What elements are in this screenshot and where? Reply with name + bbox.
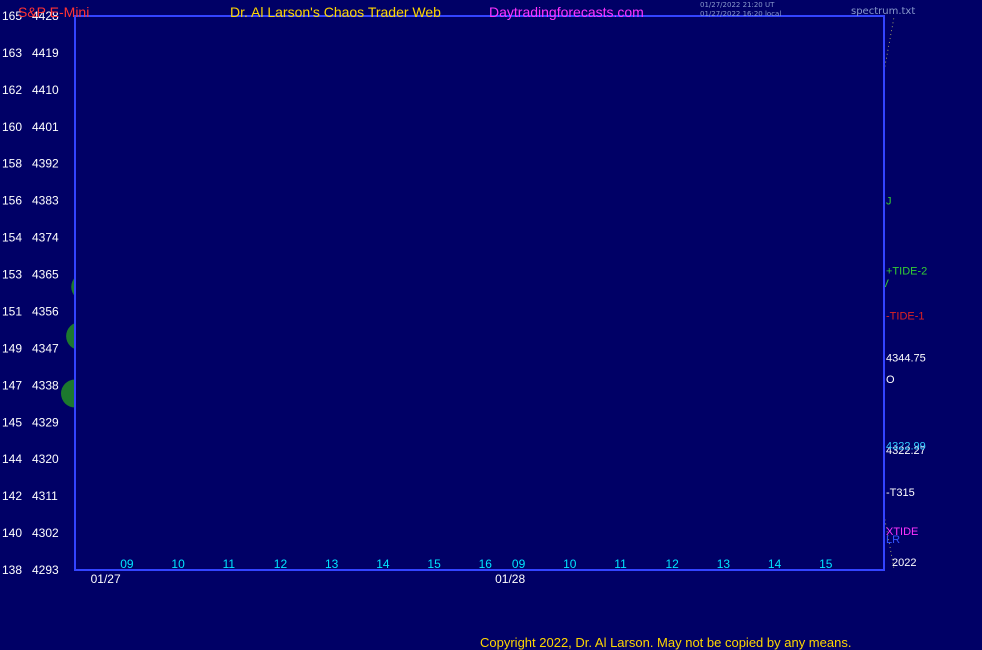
y-tick-label: 4356 xyxy=(32,304,59,318)
y-tick-label: 4401 xyxy=(32,120,59,134)
y-tick-label: 4410 xyxy=(32,83,59,97)
y-tick-label: 4347 xyxy=(32,341,59,355)
x-tick-label: 10 xyxy=(563,557,577,571)
y-tick-label: 4419 xyxy=(32,46,59,60)
y-tick-label: 163 xyxy=(2,46,22,60)
timestamp-local: 01/27/2022 16:20 local xyxy=(700,10,782,18)
x-tick-label: 16 xyxy=(479,557,493,571)
site-link[interactable]: Daytradingforecasts.com xyxy=(489,4,644,20)
right-axis-label: J xyxy=(886,196,892,208)
x-tick-label: 09 xyxy=(512,557,526,571)
x-tick-label: 14 xyxy=(768,557,782,571)
x-tick-label: 15 xyxy=(819,557,833,571)
chart-window: T090T000T090OOPPNNNSJHHMMRRRCVVtttJ+TIDE… xyxy=(0,0,982,650)
x-tick-label: 10 xyxy=(171,557,185,571)
data-filename: spectrum.txt xyxy=(851,6,916,17)
right-axis-label: 4322.99 xyxy=(886,441,926,453)
y-tick-label: 153 xyxy=(2,268,22,282)
plot-frame xyxy=(74,15,885,571)
y-tick-label: 4311 xyxy=(32,489,58,503)
y-tick-label: 4392 xyxy=(32,157,59,171)
x-tick-label: 12 xyxy=(666,557,680,571)
y-tick-label: 145 xyxy=(2,415,22,429)
x-tick-label: 09 xyxy=(120,557,134,571)
timestamp-utc: 01/27/2022 21:20 UT xyxy=(700,1,775,9)
copyright-notice: Copyright 2022, Dr. Al Larson. May not b… xyxy=(480,635,852,650)
y-tick-label: 4338 xyxy=(32,378,59,392)
y-tick-label: 4293 xyxy=(32,563,59,577)
y-tick-label: 4329 xyxy=(32,415,59,429)
chart-title: Dr. Al Larson's Chaos Trader Web xyxy=(230,4,441,20)
right-axis-label: O xyxy=(886,374,895,386)
x-tick-label: 12 xyxy=(274,557,288,571)
y-tick-label: 140 xyxy=(2,526,22,540)
x-date-label: 01/27 xyxy=(91,572,121,586)
axes: 165 4428163 4419162 4410160 4401158 4392156 43… xyxy=(2,9,916,586)
x-tick-label: 13 xyxy=(717,557,731,571)
y-tick-label: 138 xyxy=(2,563,22,577)
y-tick-label: 156 xyxy=(2,194,22,208)
y-tick-label: 4374 xyxy=(32,231,59,245)
right-axis-label: +TIDE-2 xyxy=(886,265,927,277)
y-tick-label: 147 xyxy=(2,378,22,392)
y-tick-label: 160 xyxy=(2,120,22,134)
right-axis-label: -T315 xyxy=(886,487,915,499)
y-tick-label: 154 xyxy=(2,231,22,245)
y-tick-label: 4383 xyxy=(32,194,59,208)
right-axis-label: LR xyxy=(886,534,900,546)
y-tick-label: 4320 xyxy=(32,452,59,466)
y-tick-label: 4365 xyxy=(32,268,59,282)
x-tick-label: 13 xyxy=(325,557,339,571)
y-tick-label: 149 xyxy=(2,341,22,355)
y-tick-label: 158 xyxy=(2,157,22,171)
year-label: 2022 xyxy=(892,557,916,569)
x-tick-label: 14 xyxy=(376,557,390,571)
price-chart: T090T000T090OOPPNNNSJHHMMRRRCVVtttJ+TIDE… xyxy=(2,9,927,586)
x-tick-label: 11 xyxy=(223,557,236,571)
right-axis-label: -TIDE-1 xyxy=(886,311,925,323)
symbol-title: S&P E-Mini xyxy=(18,4,90,20)
x-date-label: 01/28 xyxy=(495,572,525,586)
y-tick-label: 162 xyxy=(2,83,22,97)
y-tick-label: 144 xyxy=(2,452,22,466)
x-tick-label: 11 xyxy=(614,557,627,571)
y-tick-label: 151 xyxy=(2,304,22,318)
x-tick-label: 15 xyxy=(427,557,441,571)
right-axis-label: 4344.75 xyxy=(886,353,926,365)
y-tick-label: 142 xyxy=(2,489,22,503)
y-tick-label: 4302 xyxy=(32,526,59,540)
